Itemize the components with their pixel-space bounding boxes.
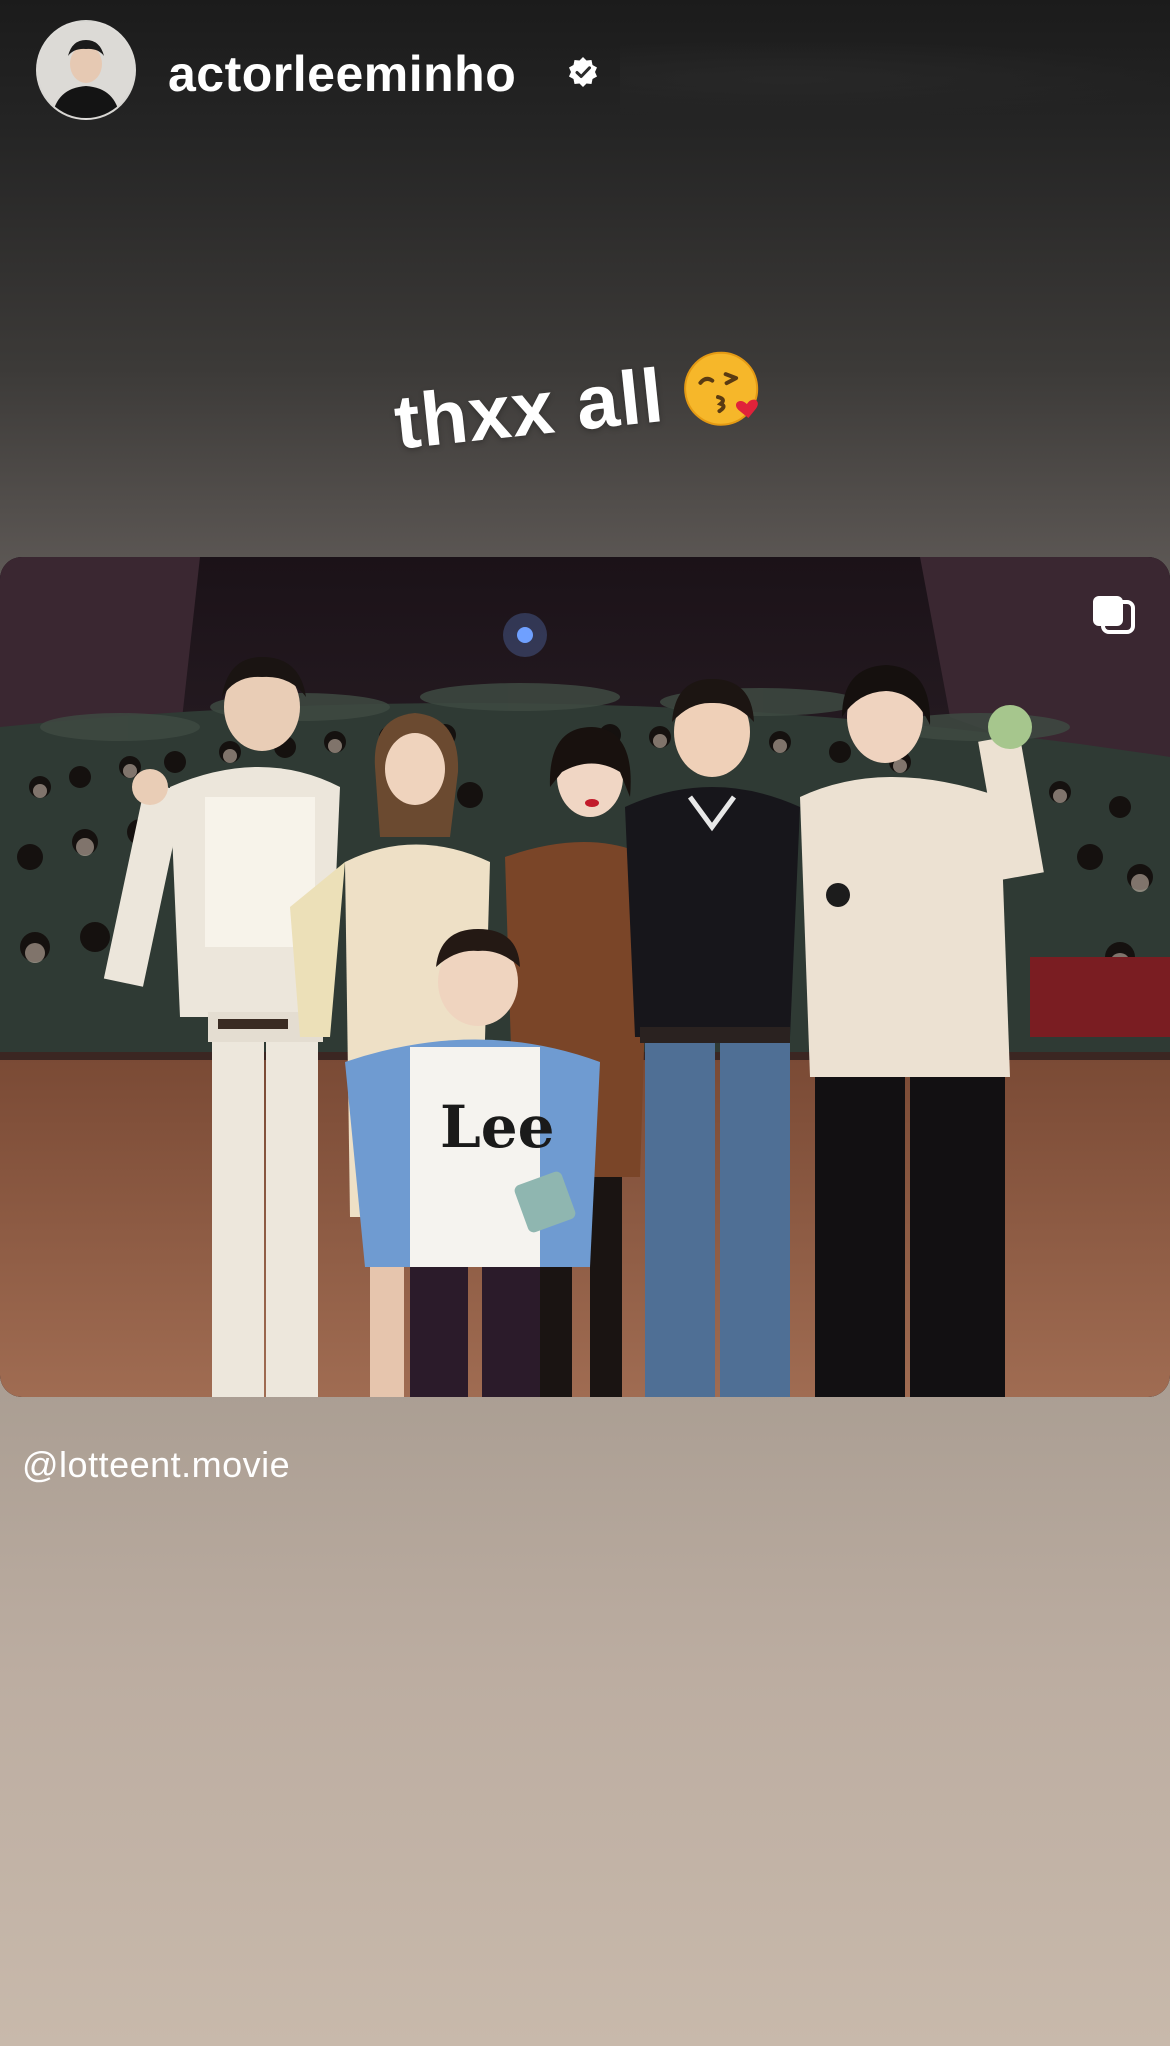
carousel-icon [1093,596,1135,634]
avatar[interactable] [36,20,136,120]
story-header: actorleeminho [0,0,1170,140]
story-screen: actorleeminho thxx all Lee @lotteent.mov… [0,0,1170,2046]
username[interactable]: actorleeminho [168,44,516,104]
avatar-portrait [38,22,134,118]
kiss-emoji-icon [683,351,758,426]
caption-sticker: thxx all [390,341,771,467]
redacted-area [620,40,1170,120]
verified-badge-icon [569,57,597,87]
shirt-print: Lee [440,1093,555,1161]
group-photo-illustration: Lee [0,557,1170,1397]
mention-tag[interactable]: @lotteent.movie [22,1444,290,1486]
shared-post-photo[interactable]: Lee [0,557,1170,1397]
caption-text: thxx all [390,353,668,466]
